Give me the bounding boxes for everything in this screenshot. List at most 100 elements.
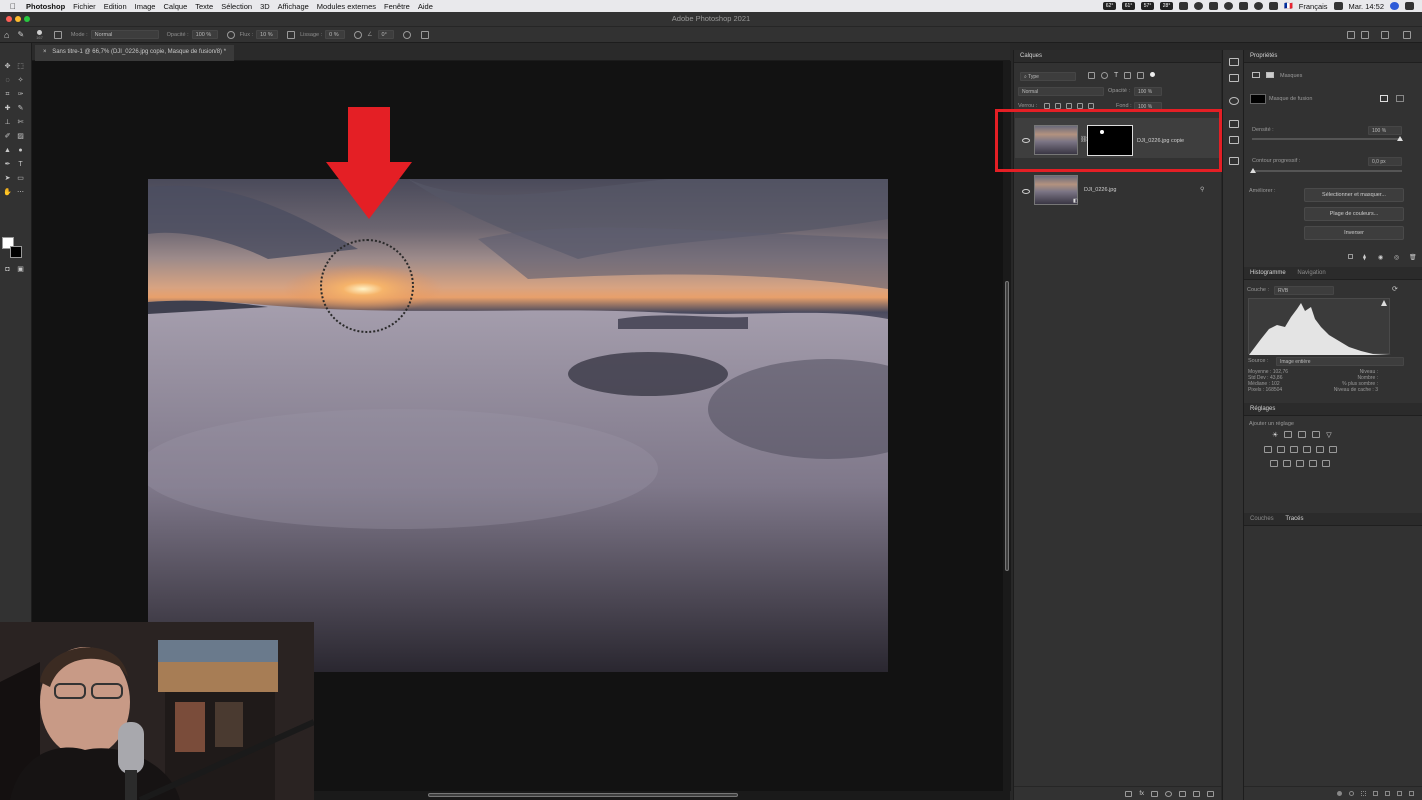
density-slider-handle[interactable] <box>1397 136 1403 141</box>
menu-aide[interactable]: Aide <box>418 2 433 11</box>
pixel-filter-icon[interactable] <box>1088 72 1095 79</box>
background-color-swatch[interactable] <box>10 246 22 258</box>
make-work-path-icon[interactable] <box>1373 791 1378 796</box>
cpu-temp-icon[interactable]: 62° <box>1103 2 1117 10</box>
trash-icon[interactable]: 🗑 <box>1409 254 1417 261</box>
dropbox-icon[interactable] <box>1209 2 1219 10</box>
blur-tool-icon[interactable]: ▲ <box>3 147 12 155</box>
menu-image[interactable]: Image <box>135 2 156 11</box>
mode-select[interactable]: Normal <box>90 30 159 39</box>
brush-tool-icon[interactable]: ✎ <box>17 30 24 39</box>
siri-icon[interactable] <box>1390 2 1399 10</box>
wifi-icon[interactable] <box>1254 2 1264 10</box>
menu-selection[interactable]: Sélection <box>221 2 252 11</box>
type-filter-icon[interactable]: T <box>1114 72 1118 79</box>
tab-layers[interactable]: Calques <box>1020 50 1042 63</box>
quick-selection-icon[interactable]: ✧ <box>16 77 25 85</box>
fill-path-icon[interactable] <box>1337 791 1342 796</box>
tab-adjustments[interactable]: Réglages <box>1250 403 1275 416</box>
adjustment-filter-icon[interactable] <box>1101 72 1108 79</box>
document-tab[interactable]: × Sans titre-1 @ 66,7% (DJI_0226.jpg cop… <box>35 45 235 61</box>
photo-filter-icon[interactable] <box>1303 446 1311 453</box>
menu-calque[interactable]: Calque <box>163 2 187 11</box>
pressure-opacity-icon[interactable] <box>226 30 235 39</box>
posterize-icon[interactable] <box>1283 460 1291 467</box>
search-icon[interactable] <box>1361 31 1369 39</box>
menu-3d[interactable]: 3D <box>260 2 270 11</box>
close-window-icon[interactable] <box>6 16 12 22</box>
symmetry-icon[interactable] <box>420 30 429 39</box>
move-tool-icon[interactable]: ✥ <box>3 63 12 71</box>
menu-texte[interactable]: Texte <box>195 2 213 11</box>
flow-field[interactable]: 10 % <box>256 30 279 39</box>
new-adjustment-icon[interactable] <box>1165 790 1172 797</box>
visibility-eye-icon[interactable]: ◉ <box>1378 254 1383 261</box>
crop-tool-icon[interactable]: ⌗ <box>3 91 12 99</box>
refresh-icon[interactable]: ⟳ <box>1392 285 1398 293</box>
eyedropper-tool-icon[interactable]: ✑ <box>16 91 25 99</box>
brush-preset-picker[interactable]: 167 <box>36 29 43 40</box>
black-white-icon[interactable] <box>1290 446 1298 453</box>
workspace-icon[interactable] <box>1381 31 1389 39</box>
share-icon[interactable] <box>1403 31 1411 39</box>
new-layer-icon[interactable] <box>1193 790 1200 797</box>
levels-icon[interactable] <box>1284 431 1293 438</box>
clock[interactable]: Mar. 14:52 <box>1349 2 1384 11</box>
threshold-icon[interactable] <box>1296 460 1304 467</box>
menu-edition[interactable]: Edition <box>104 2 127 11</box>
menu-affichage[interactable]: Affichage <box>278 2 309 11</box>
selective-color-icon[interactable] <box>1322 460 1330 467</box>
type-tool-icon[interactable]: T <box>16 161 25 169</box>
healing-brush-icon[interactable]: ✚ <box>3 105 12 113</box>
zoom-window-icon[interactable] <box>24 16 30 22</box>
apple-icon[interactable]:  <box>10 2 16 11</box>
screen-mode-icon[interactable]: ▣ <box>16 266 25 274</box>
pressure-size-icon[interactable] <box>402 30 411 39</box>
sensor-icon[interactable]: 57° <box>1141 2 1155 10</box>
sync-icon[interactable] <box>1224 2 1234 10</box>
tab-navigation[interactable]: Navigation <box>1297 267 1325 280</box>
menu-fichier[interactable]: Fichier <box>73 2 96 11</box>
hand-tool-icon[interactable]: ✋ <box>3 189 12 197</box>
curves-icon[interactable] <box>1298 431 1307 438</box>
visibility-eye-icon[interactable] <box>1022 189 1030 194</box>
sensor-icon[interactable]: 28° <box>1160 2 1174 10</box>
bluetooth-icon[interactable] <box>1179 2 1189 10</box>
pen-tool-icon[interactable]: ✒ <box>3 161 12 169</box>
character-icon[interactable] <box>1229 157 1239 165</box>
gear-icon[interactable] <box>354 30 363 39</box>
brush-settings-icon[interactable] <box>53 30 62 39</box>
document-image[interactable] <box>148 179 888 672</box>
hue-saturation-icon[interactable] <box>1264 446 1272 453</box>
info-icon[interactable] <box>1229 97 1239 105</box>
shape-filter-icon[interactable] <box>1124 72 1132 79</box>
tab-properties[interactable]: Propriétés <box>1250 50 1277 63</box>
source-select[interactable]: Image entière <box>1276 357 1404 366</box>
menu-photoshop[interactable]: Photoshop <box>26 2 65 11</box>
actions-play-icon[interactable] <box>1229 74 1239 82</box>
trash-icon[interactable] <box>1207 790 1214 797</box>
layer-row[interactable]: ◧ DJI_0226.jpg ⚲ <box>1015 170 1221 210</box>
history-brush-icon[interactable]: ✄ <box>16 119 25 127</box>
battery-icon[interactable] <box>1239 2 1249 10</box>
color-balance-icon[interactable] <box>1277 446 1285 453</box>
spotlight-icon[interactable] <box>1333 2 1343 10</box>
brushes-icon[interactable] <box>1229 120 1239 128</box>
airbrush-icon[interactable] <box>287 30 296 39</box>
opacity-field[interactable]: 100 % <box>191 30 218 39</box>
gpu-temp-icon[interactable]: 61° <box>1122 2 1136 10</box>
invert-button[interactable]: Inverser <box>1304 226 1404 240</box>
add-mask-icon[interactable] <box>1151 790 1158 797</box>
scroll-thumb[interactable] <box>428 793 738 797</box>
vector-mask-icon[interactable] <box>1266 72 1274 78</box>
close-tab-icon[interactable]: × <box>43 49 47 55</box>
feather-slider-handle[interactable] <box>1250 168 1256 173</box>
eraser-tool-icon[interactable]: ✐ <box>3 133 12 141</box>
menu-fenetre[interactable]: Fenêtre <box>384 2 410 11</box>
brush-settings-icon[interactable] <box>1229 136 1239 144</box>
select-pixel-mask-icon[interactable] <box>1380 95 1388 102</box>
channel-select[interactable]: RVB <box>1274 286 1334 295</box>
density-field[interactable]: 100 % <box>1368 126 1402 135</box>
new-group-icon[interactable] <box>1179 790 1186 797</box>
timer-icon[interactable] <box>1194 2 1204 10</box>
